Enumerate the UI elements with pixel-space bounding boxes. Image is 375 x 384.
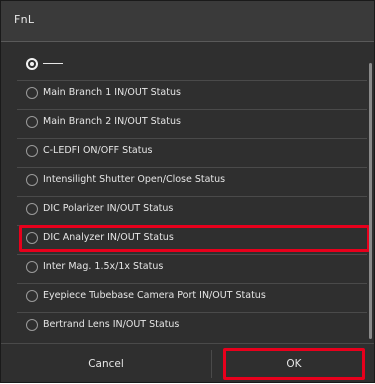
radio-icon[interactable] bbox=[26, 87, 38, 99]
radio-selected-icon[interactable] bbox=[26, 58, 38, 70]
option-main-branch-2[interactable]: Main Branch 2 IN/OUT Status bbox=[17, 111, 367, 139]
option-label: Bertrand Lens IN/OUT Status bbox=[43, 319, 180, 330]
divider bbox=[17, 283, 367, 284]
option-inter-mag[interactable]: Inter Mag. 1.5x/1x Status bbox=[17, 256, 367, 284]
button-divider bbox=[211, 350, 212, 378]
option-dic-polarizer[interactable]: DIC Polarizer IN/OUT Status bbox=[17, 198, 367, 226]
cancel-button[interactable]: Cancel bbox=[1, 344, 211, 384]
option-label: C-LEDFI ON/OFF Status bbox=[43, 145, 153, 156]
option-eyepiece-tubebase[interactable]: Eyepiece Tubebase Camera Port IN/OUT Sta… bbox=[17, 285, 367, 313]
divider bbox=[17, 80, 367, 81]
title-bar: FnL bbox=[1, 1, 374, 42]
divider bbox=[17, 312, 367, 313]
divider bbox=[17, 196, 367, 197]
fnl-dialog: FnL Main Branch 1 IN/OUT Status Main Bra… bbox=[0, 0, 375, 383]
footer: Cancel OK bbox=[1, 343, 374, 384]
divider bbox=[17, 138, 367, 139]
dialog-title: FnL bbox=[14, 13, 35, 26]
ok-button[interactable]: OK bbox=[223, 348, 365, 380]
scrollbar[interactable] bbox=[369, 63, 372, 339]
option-label: Eyepiece Tubebase Camera Port IN/OUT Sta… bbox=[43, 290, 266, 301]
radio-icon[interactable] bbox=[26, 290, 38, 302]
radio-icon[interactable] bbox=[26, 145, 38, 157]
radio-icon[interactable] bbox=[26, 261, 38, 273]
radio-icon[interactable] bbox=[26, 116, 38, 128]
option-label: DIC Polarizer IN/OUT Status bbox=[43, 203, 174, 214]
divider bbox=[17, 167, 367, 168]
highlight-box bbox=[19, 225, 370, 252]
option-main-branch-1[interactable]: Main Branch 1 IN/OUT Status bbox=[17, 82, 367, 110]
option-label: Main Branch 2 IN/OUT Status bbox=[43, 116, 181, 127]
option-label: Intensilight Shutter Open/Close Status bbox=[43, 174, 226, 185]
radio-icon[interactable] bbox=[26, 203, 38, 215]
dash-icon bbox=[43, 63, 63, 64]
option-intensilight-shutter[interactable]: Intensilight Shutter Open/Close Status bbox=[17, 169, 367, 197]
radio-icon[interactable] bbox=[26, 319, 38, 331]
option-bertrand-lens[interactable]: Bertrand Lens IN/OUT Status bbox=[17, 314, 367, 338]
divider bbox=[17, 254, 367, 255]
divider bbox=[17, 109, 367, 110]
option-label: Main Branch 1 IN/OUT Status bbox=[43, 87, 181, 98]
option-none[interactable] bbox=[17, 53, 367, 81]
radio-icon[interactable] bbox=[26, 174, 38, 186]
option-c-ledfi[interactable]: C-LEDFI ON/OFF Status bbox=[17, 140, 367, 168]
option-label: Inter Mag. 1.5x/1x Status bbox=[43, 261, 164, 272]
